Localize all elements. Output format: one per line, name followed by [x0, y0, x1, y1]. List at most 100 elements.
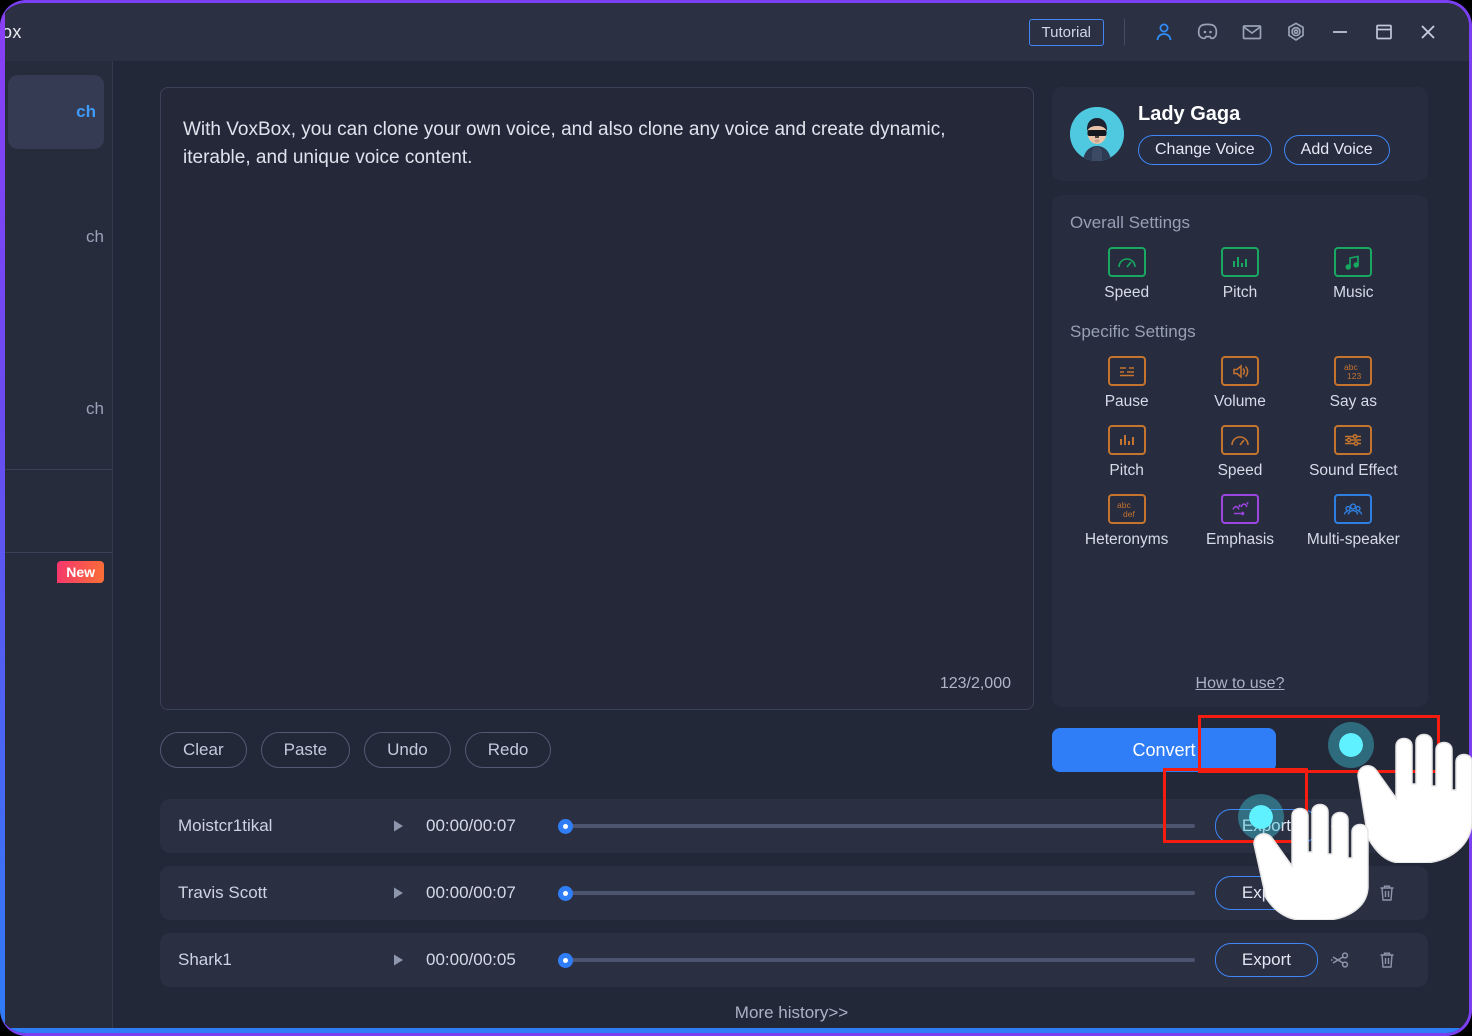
table-row[interactable]: Travis Scott 00:00/00:07 Export — [160, 866, 1428, 920]
clear-button[interactable]: Clear — [160, 732, 247, 768]
people-icon — [1334, 494, 1373, 524]
add-voice-button[interactable]: Add Voice — [1283, 135, 1390, 165]
slider-track — [568, 958, 1195, 962]
character-counter: 123/2,000 — [939, 675, 1011, 692]
delete-icon[interactable] — [1364, 816, 1410, 836]
cut-icon[interactable] — [1318, 816, 1364, 836]
overall-pitch-label: Pitch — [1222, 284, 1258, 301]
account-icon[interactable] — [1145, 13, 1183, 51]
specific-settings-grid: Pause Volume abc 123 Say as Pitch Speed … — [1070, 356, 1410, 563]
abc123-icon: abc 123 — [1334, 356, 1373, 386]
editor-column: With VoxBox, you can clone your own voic… — [160, 87, 1034, 768]
script-text: With VoxBox, you can clone your own voic… — [183, 119, 946, 168]
avatar — [1070, 107, 1124, 161]
paste-button[interactable]: Paste — [260, 732, 351, 768]
maximize-icon[interactable] — [1365, 13, 1403, 51]
specific-settings-label: Specific Settings — [1070, 322, 1196, 341]
cut-icon[interactable] — [1318, 883, 1364, 903]
window-edge-accent — [0, 3, 5, 1033]
specific-say-as-label: Say as — [1329, 393, 1378, 410]
arrows-icon — [1220, 494, 1259, 524]
play-icon[interactable] — [390, 952, 416, 968]
sidebar-divider-1 — [0, 469, 112, 470]
export-button[interactable]: Export — [1214, 809, 1318, 843]
app-window: ox Tutorial ch ch ch New With VoxBox, yo… — [0, 0, 1472, 1036]
slider-track — [568, 824, 1195, 828]
sidebar-item-label: ch — [76, 102, 96, 121]
abcdef-icon: abc def — [1107, 494, 1146, 524]
sidebar: ch ch ch New — [0, 61, 113, 1033]
table-row[interactable]: Moistcr1tikal 00:00/00:07 Export — [160, 799, 1428, 853]
slider-handle[interactable] — [558, 885, 573, 901]
track-name: Shark1 — [178, 950, 232, 969]
mail-icon[interactable] — [1233, 13, 1271, 51]
overall-settings-grid: Speed Pitch Music — [1070, 247, 1410, 316]
specific-pause-label: Pause — [1104, 393, 1149, 410]
bars-icon — [1107, 425, 1146, 455]
undo-button[interactable]: Undo — [364, 732, 451, 768]
minimize-icon[interactable] — [1321, 13, 1359, 51]
sidebar-item-label: ch — [86, 227, 104, 246]
bottom-accent-bar — [0, 1028, 1469, 1033]
play-icon[interactable] — [390, 885, 416, 901]
sidebar-item-label: ch — [86, 399, 104, 418]
discord-icon[interactable] — [1189, 13, 1227, 51]
export-button[interactable]: Export — [1214, 943, 1318, 977]
sidebar-item-2[interactable]: ch — [0, 371, 112, 447]
titlebar-divider — [1124, 19, 1125, 45]
table-row[interactable]: Shark1 00:00/00:05 Export — [160, 933, 1428, 987]
settings-icon[interactable] — [1277, 13, 1315, 51]
specific-sound-effect[interactable]: Sound Effect — [1297, 425, 1410, 494]
export-button[interactable]: Export — [1214, 876, 1318, 910]
sidebar-divider-2 — [0, 552, 112, 553]
overall-music-label: Music — [1333, 284, 1374, 301]
overall-pitch[interactable]: Pitch — [1183, 247, 1296, 316]
slider-track — [568, 891, 1195, 895]
specific-multi-speaker[interactable]: Multi-speaker — [1297, 494, 1410, 563]
track-name: Moistcr1tikal — [178, 816, 273, 835]
svg-text:123: 123 — [1347, 371, 1361, 381]
specific-pitch[interactable]: Pitch — [1070, 425, 1183, 494]
specific-multi-speaker-label: Multi-speaker — [1306, 531, 1400, 548]
specific-speed-label: Speed — [1217, 462, 1263, 479]
tutorial-button[interactable]: Tutorial — [1028, 18, 1104, 46]
specific-emphasis-label: Emphasis — [1205, 531, 1275, 548]
slider-handle[interactable] — [558, 818, 573, 834]
svg-text:def: def — [1123, 509, 1135, 519]
cut-icon[interactable] — [1318, 950, 1364, 970]
overall-music[interactable]: Music — [1297, 247, 1410, 316]
more-history-link[interactable]: More history>> — [114, 1003, 1469, 1023]
close-icon[interactable] — [1409, 13, 1447, 51]
redo-button[interactable]: Redo — [464, 732, 552, 768]
sidebar-item-1[interactable]: ch — [0, 199, 112, 275]
voice-name: Lady Gaga — [1138, 103, 1241, 125]
specific-emphasis[interactable]: Emphasis — [1183, 494, 1296, 563]
specific-say-as[interactable]: abc 123 Say as — [1297, 356, 1410, 425]
specific-pause[interactable]: Pause — [1070, 356, 1183, 425]
overall-speed[interactable]: Speed — [1070, 247, 1183, 316]
editor-actions: Clear Paste Undo Redo — [160, 732, 1034, 768]
specific-volume[interactable]: Volume — [1183, 356, 1296, 425]
voice-card: Lady Gaga Change Voice Add Voice — [1052, 87, 1428, 181]
specific-volume-label: Volume — [1214, 393, 1266, 410]
delete-icon[interactable] — [1364, 883, 1410, 903]
voice-info: Lady Gaga Change Voice Add Voice — [1138, 103, 1390, 165]
track-time: 00:00/00:07 — [426, 883, 516, 902]
script-textarea[interactable]: With VoxBox, you can clone your own voic… — [160, 87, 1034, 710]
how-to-use-link[interactable]: How to use? — [1052, 675, 1428, 693]
convert-button[interactable]: Convert — [1052, 728, 1276, 772]
specific-heteronyms[interactable]: abc def Heteronyms — [1070, 494, 1183, 563]
specific-speed[interactable]: Speed — [1183, 425, 1296, 494]
slider-handle[interactable] — [558, 952, 573, 968]
settings-card: Overall Settings Speed Pitch Music Speci… — [1052, 195, 1428, 707]
play-icon[interactable] — [390, 818, 416, 834]
track-slider[interactable] — [558, 883, 1195, 903]
sidebar-item-0[interactable]: ch — [8, 75, 104, 149]
change-voice-button[interactable]: Change Voice — [1138, 135, 1272, 165]
specific-sound-effect-label: Sound Effect — [1309, 462, 1398, 479]
delete-icon[interactable] — [1364, 950, 1410, 970]
history-track-list: Moistcr1tikal 00:00/00:07 Export Travis … — [160, 799, 1428, 1000]
track-slider[interactable] — [558, 950, 1195, 970]
titlebar-controls: Tutorial — [1028, 13, 1469, 51]
track-slider[interactable] — [558, 816, 1195, 836]
